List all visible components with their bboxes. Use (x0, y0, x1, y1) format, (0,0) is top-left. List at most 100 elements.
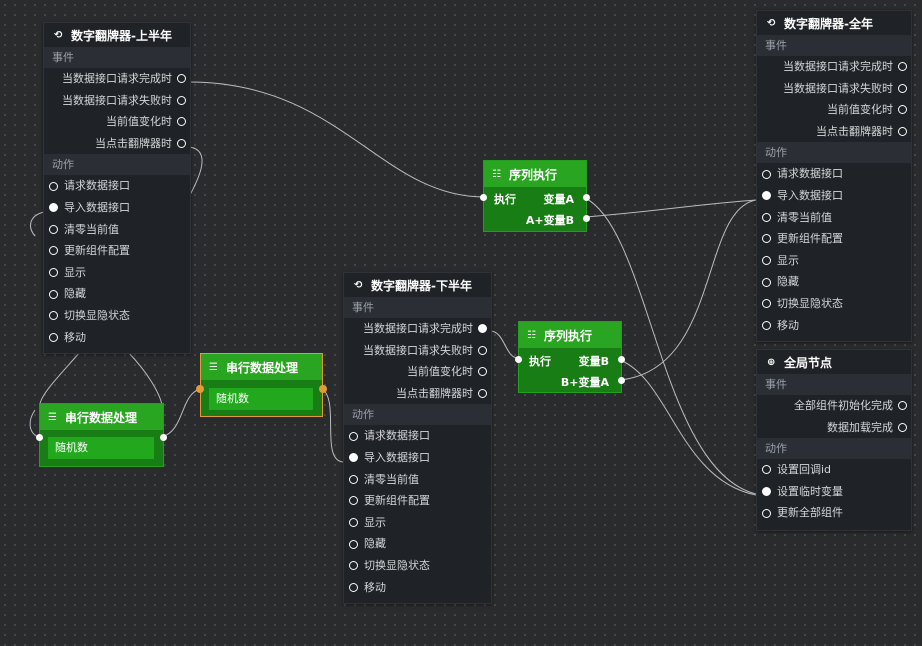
action-port-row[interactable]: 请求数据接口 (344, 425, 491, 447)
node-title[interactable]: ☷ 序列执行 (519, 322, 621, 348)
event-port-row[interactable]: 当数据接口请求失败时 (44, 90, 190, 112)
output-port-dot[interactable] (583, 215, 590, 222)
function-box[interactable]: 随机数 (48, 437, 154, 459)
input-port-dot[interactable] (49, 181, 58, 191)
input-port-dot[interactable] (762, 234, 771, 244)
output-port-dot[interactable] (478, 345, 487, 355)
action-port-row[interactable]: 设置临时变量 (757, 481, 911, 503)
output-port-dot[interactable] (177, 74, 186, 84)
event-port-row[interactable]: 全部组件初始化完成 (757, 395, 911, 417)
output-port-dot[interactable] (177, 95, 186, 105)
action-port-row[interactable]: 清零当前值 (44, 219, 190, 241)
event-port-row[interactable]: 当点击翻牌器时 (757, 121, 911, 143)
input-port-dot[interactable] (762, 508, 771, 518)
action-port-row[interactable]: 导入数据接口 (44, 197, 190, 219)
action-port-row[interactable]: 导入数据接口 (757, 185, 911, 207)
input-port-dot[interactable] (36, 434, 43, 441)
action-port-row[interactable]: 显示 (344, 512, 491, 534)
output-port-dot[interactable] (177, 139, 186, 149)
input-port-dot[interactable] (349, 518, 358, 528)
action-port-row[interactable]: 更新全部组件 (757, 502, 911, 524)
input-port-dot[interactable] (762, 169, 771, 179)
input-port-dot[interactable] (762, 320, 771, 330)
action-port-row[interactable]: 请求数据接口 (44, 175, 190, 197)
action-port-row[interactable]: 更新组件配置 (757, 228, 911, 250)
node-flipper-full-year[interactable]: ⟲ 数字翻牌器-全年 事件 当数据接口请求完成时 当数据接口请求失败时 当前值变化… (756, 10, 912, 342)
node-global[interactable]: ⊕ 全局节点 事件 全部组件初始化完成 数据加载完成 动作 设置回调id 设置临时… (756, 349, 912, 531)
input-port-dot[interactable] (49, 224, 58, 234)
input-port-dot[interactable] (49, 203, 58, 213)
action-port-row[interactable]: 隐藏 (344, 533, 491, 555)
input-port-dot[interactable] (196, 385, 204, 393)
node-flipper-second-half[interactable]: ⟲ 数字翻牌器-下半年 事件 当数据接口请求完成时 当数据接口请求失败时 当前值变… (343, 272, 492, 604)
input-port-dot[interactable] (349, 496, 358, 506)
node-title[interactable]: ☰ 串行数据处理 (40, 404, 163, 430)
input-port-dot[interactable] (762, 212, 771, 222)
event-port-row[interactable]: 当前值变化时 (757, 99, 911, 121)
event-port-row[interactable]: 当数据接口请求完成时 (44, 68, 190, 90)
output-port-dot[interactable] (618, 356, 625, 363)
action-port-row[interactable]: 更新组件配置 (44, 240, 190, 262)
action-port-row[interactable]: 切换显隐状态 (44, 305, 190, 327)
action-port-row[interactable]: 导入数据接口 (344, 447, 491, 469)
node-title[interactable]: ☷ 序列执行 (484, 161, 586, 187)
action-port-row[interactable]: 移动 (44, 327, 190, 349)
input-port-dot[interactable] (49, 311, 58, 321)
action-port-row[interactable]: 清零当前值 (344, 469, 491, 491)
input-port-dot[interactable] (480, 194, 487, 201)
output-port-dot[interactable] (898, 105, 907, 115)
action-port-row[interactable]: 更新组件配置 (344, 490, 491, 512)
event-port-row[interactable]: 当数据接口请求完成时 (344, 318, 491, 340)
input-port-dot[interactable] (349, 582, 358, 592)
output-port-dot[interactable] (478, 367, 487, 377)
action-port-row[interactable]: 显示 (757, 250, 911, 272)
output-port-dot[interactable] (618, 377, 625, 384)
action-port-row[interactable]: 移动 (757, 315, 911, 337)
action-port-row[interactable]: 隐藏 (757, 271, 911, 293)
output-port-dot[interactable] (478, 389, 487, 399)
output-port-dot[interactable] (478, 324, 487, 334)
output-port-dot[interactable] (160, 434, 167, 441)
input-port-dot[interactable] (762, 277, 771, 287)
node-sequence-top[interactable]: ☷ 序列执行 执行 变量A A+变量B (480, 160, 590, 232)
node-serial-processing-selected[interactable]: ☰ 串行数据处理 随机数 (196, 353, 327, 417)
action-port-row[interactable]: 显示 (44, 262, 190, 284)
node-title[interactable]: ⊕ 全局节点 (757, 350, 911, 374)
output-port-dot[interactable] (898, 127, 907, 137)
action-port-row[interactable]: 切换显隐状态 (344, 555, 491, 577)
output-port-dot[interactable] (898, 62, 907, 72)
input-port-dot[interactable] (49, 332, 58, 342)
input-port-dot[interactable] (49, 268, 58, 278)
input-port-dot[interactable] (762, 256, 771, 266)
input-port-dot[interactable] (515, 356, 522, 363)
output-port-dot[interactable] (319, 385, 327, 393)
input-port-dot[interactable] (49, 246, 58, 256)
event-port-row[interactable]: 当数据接口请求失败时 (344, 340, 491, 362)
event-port-row[interactable]: 当数据接口请求失败时 (757, 78, 911, 100)
node-title[interactable]: ⟲ 数字翻牌器-下半年 (344, 273, 491, 297)
input-port-dot[interactable] (349, 453, 358, 463)
output-port-dot[interactable] (898, 422, 907, 432)
node-title[interactable]: ⟲ 数字翻牌器-全年 (757, 11, 911, 35)
output-port-dot[interactable] (898, 83, 907, 93)
node-serial-processing-left[interactable]: ☰ 串行数据处理 随机数 (36, 403, 167, 467)
input-port-dot[interactable] (762, 191, 771, 201)
action-port-row[interactable]: 移动 (344, 577, 491, 599)
input-port-dot[interactable] (762, 487, 771, 497)
event-port-row[interactable]: 当前值变化时 (344, 361, 491, 383)
node-flipper-first-half[interactable]: ⟲ 数字翻牌器-上半年 事件 当数据接口请求完成时 当数据接口请求失败时 当前值变… (43, 22, 191, 354)
input-port-dot[interactable] (349, 561, 358, 571)
event-port-row[interactable]: 当点击翻牌器时 (344, 383, 491, 405)
event-port-row[interactable]: 数据加载完成 (757, 417, 911, 439)
action-port-row[interactable]: 隐藏 (44, 283, 190, 305)
output-port-dot[interactable] (898, 401, 907, 411)
output-port-dot[interactable] (583, 194, 590, 201)
node-sequence-middle[interactable]: ☷ 序列执行 执行 变量B B+变量A (515, 321, 625, 393)
action-port-row[interactable]: 切换显隐状态 (757, 293, 911, 315)
function-box[interactable]: 随机数 (209, 388, 313, 410)
input-port-dot[interactable] (349, 539, 358, 549)
event-port-row[interactable]: 当前值变化时 (44, 111, 190, 133)
input-port-dot[interactable] (349, 474, 358, 484)
action-port-row[interactable]: 设置回调id (757, 459, 911, 481)
input-port-dot[interactable] (49, 289, 58, 299)
